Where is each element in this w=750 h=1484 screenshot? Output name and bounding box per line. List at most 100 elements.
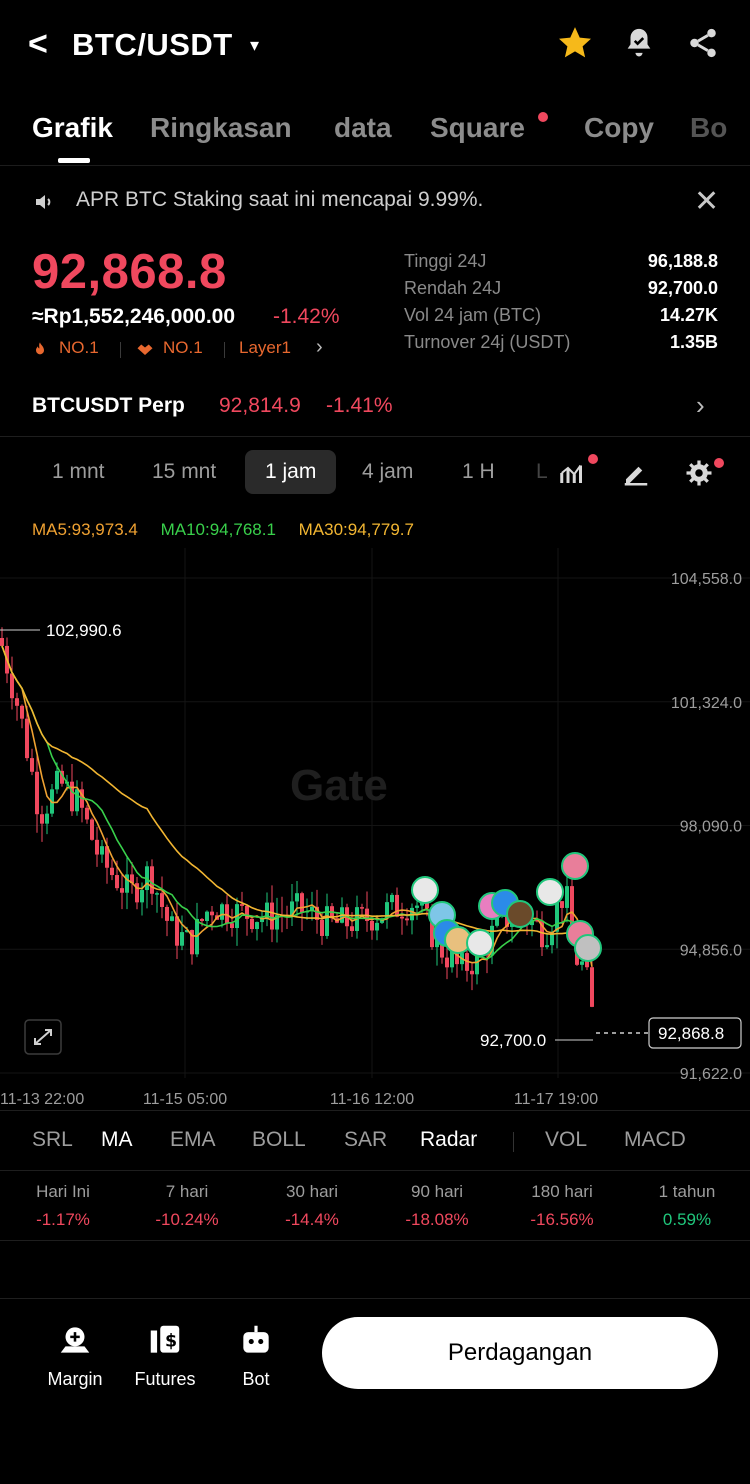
candle-body bbox=[470, 970, 474, 975]
candle-body bbox=[545, 945, 549, 948]
candle-body bbox=[210, 911, 214, 916]
indicator-ma[interactable]: MA bbox=[101, 1128, 133, 1152]
candle-body bbox=[220, 904, 224, 920]
y-axis: 104,558.0 101,324.0 98,090.0 94,856.0 91,622… bbox=[671, 571, 742, 1083]
indicator-sar[interactable]: SAR bbox=[344, 1128, 387, 1152]
trader-avatar bbox=[561, 852, 589, 880]
back-button[interactable]: < bbox=[28, 26, 58, 62]
interval-more[interactable]: L bbox=[536, 460, 548, 484]
perf-cell: 180 hari -16.56% bbox=[507, 1182, 617, 1230]
interval-1d[interactable]: 1 H bbox=[462, 460, 495, 484]
badge-separator bbox=[120, 342, 121, 358]
indicator-chart-icon[interactable] bbox=[558, 458, 588, 488]
candle-body bbox=[25, 718, 29, 759]
active-tab-indicator bbox=[58, 158, 90, 163]
tab-ringkasan[interactable]: Ringkasan bbox=[150, 112, 292, 144]
candle-body bbox=[255, 922, 259, 930]
candle-body bbox=[415, 905, 419, 908]
low-label: 92,700.0 bbox=[480, 1031, 546, 1050]
perf-label: Hari Ini bbox=[36, 1182, 90, 1201]
trader-avatar bbox=[466, 929, 494, 957]
candle-body bbox=[115, 875, 119, 889]
expand-button[interactable] bbox=[24, 1019, 62, 1055]
stat-label: Vol 24 jam (BTC) bbox=[404, 305, 542, 325]
futures-button[interactable]: $ Futures bbox=[120, 1321, 210, 1390]
last-price-tag: 92,868.8 bbox=[658, 1024, 724, 1043]
trade-button[interactable]: Perdagangan bbox=[322, 1317, 718, 1389]
indicator-macd[interactable]: MACD bbox=[624, 1128, 686, 1152]
trader-avatar bbox=[506, 900, 534, 928]
candle-body bbox=[580, 961, 584, 965]
badge-rank-partner[interactable]: NO.1 bbox=[163, 338, 203, 358]
interval-4h[interactable]: 4 jam bbox=[362, 460, 413, 484]
tab-square[interactable]: Square bbox=[430, 112, 525, 144]
candle-body bbox=[375, 922, 379, 931]
badge-rank-hot[interactable]: NO.1 bbox=[59, 338, 99, 358]
chevron-right-icon[interactable]: › bbox=[316, 336, 323, 359]
favorite-star-icon[interactable] bbox=[556, 24, 594, 62]
candle-body bbox=[165, 906, 169, 921]
tab-bot[interactable]: Bo bbox=[690, 112, 750, 144]
header: < BTC/USDT ▾ bbox=[0, 0, 750, 90]
perf-label: 90 hari bbox=[411, 1182, 463, 1201]
bottom-action-bar: Margin $ Futures Bot Perdagangan bbox=[0, 1298, 750, 1484]
indicator-vol[interactable]: VOL bbox=[545, 1128, 587, 1152]
candlestick-chart[interactable]: Gate 102,990.6 92,700.0 92,868.8 104,558… bbox=[0, 548, 750, 1108]
announcement-bar[interactable]: APR BTC Staking saat ini mencapai 9.99%.… bbox=[0, 182, 750, 222]
fiat-price: ≈Rp1,552,246,000.00 bbox=[32, 305, 236, 328]
candle-body bbox=[150, 866, 154, 894]
margin-icon bbox=[60, 1327, 90, 1353]
settings-gear-icon[interactable] bbox=[684, 458, 714, 488]
tab-data[interactable]: data bbox=[334, 112, 392, 144]
perf-value: -18.08% bbox=[405, 1210, 469, 1229]
candle-body bbox=[250, 918, 254, 930]
x-tick-label: 11-13 22:00 bbox=[0, 1091, 84, 1108]
tab-grafik[interactable]: Grafik bbox=[32, 112, 113, 144]
main-tabs: Grafik Ringkasan data Square Copy Bo bbox=[0, 108, 750, 166]
bot-icon bbox=[243, 1325, 269, 1353]
interval-15m[interactable]: 15 mnt bbox=[152, 460, 216, 484]
indicator-srl[interactable]: SRL bbox=[32, 1128, 73, 1152]
perp-price: 92,814.9 bbox=[219, 394, 301, 417]
y-tick-label: 94,856.0 bbox=[680, 942, 742, 959]
bot-button[interactable]: Bot bbox=[211, 1321, 301, 1390]
candle-body bbox=[295, 893, 299, 902]
candle-body bbox=[160, 893, 164, 907]
perf-cell: 30 hari -14.4% bbox=[257, 1182, 367, 1230]
indicator-boll[interactable]: BOLL bbox=[252, 1128, 306, 1152]
badge-layer1[interactable]: Layer1 bbox=[239, 338, 291, 358]
share-icon[interactable] bbox=[686, 26, 720, 60]
perf-value: 0.59% bbox=[662, 1210, 712, 1229]
alert-bell-icon[interactable] bbox=[622, 24, 656, 62]
indicator-tabs: SRL MA EMA BOLL SAR Radar VOL MACD bbox=[0, 1128, 750, 1158]
candle-body bbox=[560, 901, 564, 908]
interval-1h[interactable]: 1 jam bbox=[245, 450, 337, 494]
perp-row[interactable]: BTCUSDT Perp 92,814.9 -1.41% › bbox=[32, 390, 722, 424]
stat-value: 92,700.0 bbox=[647, 278, 718, 298]
candle-body bbox=[325, 906, 329, 936]
chevron-right-icon[interactable]: › bbox=[696, 390, 705, 421]
candle-body bbox=[400, 916, 404, 919]
margin-button[interactable]: Margin bbox=[30, 1321, 120, 1390]
price-chart[interactable]: Gate 102,990.6 92,700.0 92,868.8 104,558… bbox=[0, 548, 750, 1108]
draw-pen-icon[interactable] bbox=[621, 458, 651, 488]
interval-1m[interactable]: 1 mnt bbox=[52, 460, 105, 484]
candle-body bbox=[585, 961, 589, 968]
tab-copy[interactable]: Copy bbox=[584, 112, 654, 144]
indicator-radar[interactable]: Radar bbox=[420, 1128, 477, 1152]
pair-title[interactable]: BTC/USDT bbox=[72, 27, 233, 63]
close-icon[interactable]: ✕ bbox=[694, 184, 719, 219]
perf-value: -10.24% bbox=[155, 1210, 219, 1229]
stat-value: 1.35B bbox=[669, 332, 718, 352]
candle-body bbox=[140, 890, 144, 903]
last-price: 92,868.8 bbox=[32, 245, 227, 299]
y-tick-label: 101,324.0 bbox=[671, 695, 742, 712]
pair-dropdown-icon[interactable]: ▾ bbox=[250, 30, 259, 60]
candle-body bbox=[20, 705, 24, 719]
x-tick-label: 11-16 12:00 bbox=[330, 1091, 414, 1108]
trader-avatar bbox=[411, 876, 439, 904]
x-axis: 11-13 22:00 11-15 05:00 11-16 12:00 11-17 1… bbox=[0, 1091, 598, 1108]
indicator-ema[interactable]: EMA bbox=[170, 1128, 216, 1152]
ma30-label: MA30:94,779.7 bbox=[298, 520, 414, 539]
trader-avatar bbox=[574, 934, 602, 962]
